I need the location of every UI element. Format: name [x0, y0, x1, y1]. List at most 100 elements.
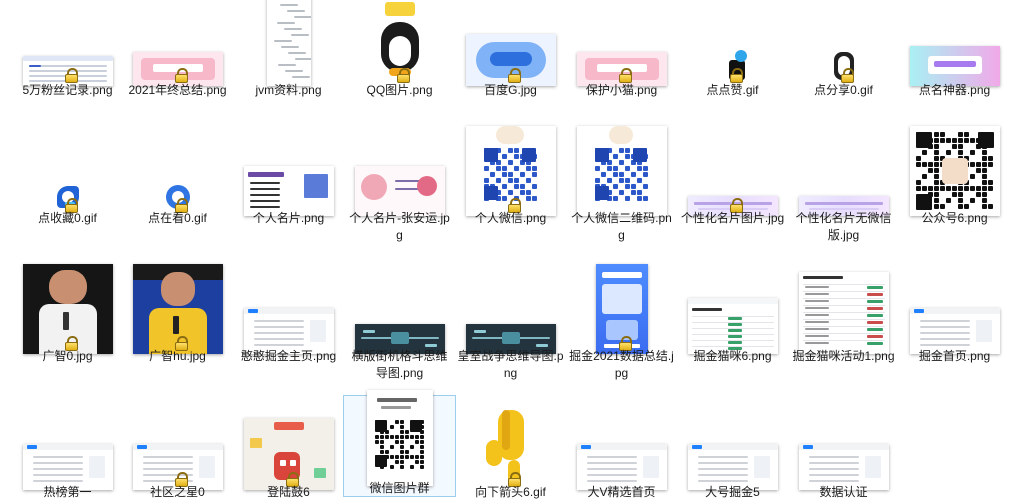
- file-item[interactable]: 向下箭头6.gif: [455, 400, 566, 500]
- thumb-shape: [379, 435, 384, 439]
- file-name: 百度G.jpg: [484, 83, 537, 97]
- file-item[interactable]: jvm资料.png: [233, 0, 344, 124]
- file-item[interactable]: 点在看0.gif: [122, 126, 233, 250]
- file-item[interactable]: 个人名片-张安运.jpg: [344, 126, 455, 250]
- thumb-shape: [919, 332, 970, 334]
- thumb-shape: [142, 468, 193, 470]
- file-item[interactable]: 百度G.jpg: [455, 0, 566, 124]
- thumb-shape: [414, 440, 419, 444]
- thumb-shape: [289, 460, 296, 466]
- file-item[interactable]: 大V精选首页: [566, 400, 677, 500]
- thumb-shape: [277, 64, 296, 66]
- file-item[interactable]: 广智0.jpg: [12, 264, 123, 388]
- thumb-shape: [642, 196, 648, 201]
- thumb-shape: [360, 174, 387, 200]
- thumb-shape: [624, 154, 630, 159]
- file-name: 登陆鼓6: [267, 485, 310, 499]
- file-thumbnail: [798, 272, 889, 354]
- file-item[interactable]: 点名神器.png: [899, 0, 1010, 124]
- file-thumbnail: [243, 166, 334, 216]
- file-item[interactable]: 点收藏0.gif: [12, 126, 123, 250]
- thumb-shape: [612, 196, 618, 201]
- thumb-shape: [636, 196, 642, 201]
- thumb-shape: [414, 455, 419, 459]
- thumb-shape: [601, 284, 642, 314]
- file-thumbnail: [909, 126, 1000, 216]
- thumb-shape: [394, 435, 399, 439]
- thumb-shape: [419, 460, 424, 464]
- thumb-shape: [981, 180, 987, 185]
- file-item[interactable]: 掘金猫咪6.png: [677, 264, 788, 388]
- file-item[interactable]: 点分享0.gif: [788, 0, 899, 124]
- file-item[interactable]: 个人微信.png: [455, 126, 566, 250]
- thumb-shape: [927, 162, 933, 167]
- file-item[interactable]: 数据认证: [788, 400, 899, 500]
- file-item[interactable]: 个性化名片图片.jpg: [677, 126, 788, 250]
- file-item[interactable]: 大号掘金5: [677, 400, 788, 500]
- thumb-shape: [404, 455, 409, 459]
- thumb-shape: [933, 162, 939, 167]
- file-grid: 5万粉丝记录.png 2021年终总结.png jvm资料.png QQ图片.png 百…: [0, 0, 1013, 500]
- file-item[interactable]: 掘金猫咪活动1.png: [788, 264, 899, 388]
- thumb-shape: [963, 132, 969, 137]
- file-name: 向下箭头6.gif: [475, 485, 546, 499]
- file-item[interactable]: 微信图片群: [343, 390, 456, 497]
- file-item[interactable]: 个性化名片无微信版.jpg: [788, 126, 899, 250]
- thumb-shape: [963, 204, 969, 209]
- file-item[interactable]: 社区之星0: [122, 400, 233, 500]
- thumb-shape: [374, 440, 379, 444]
- thumb-shape: [987, 156, 993, 161]
- file-name: 掘金猫咪6.png: [693, 349, 772, 363]
- thumb-shape: [866, 328, 883, 331]
- thumb-shape: [624, 178, 630, 183]
- thumb-shape: [804, 321, 829, 323]
- thumb-shape: [697, 468, 748, 470]
- thumb-shape: [525, 196, 531, 201]
- file-item[interactable]: 广智hu.jpg: [122, 264, 233, 388]
- file-item[interactable]: 掘金2021数据总结.jpg: [566, 264, 677, 388]
- thumb-shape: [727, 341, 742, 344]
- thumb-shape: [636, 166, 642, 171]
- thumb-shape: [802, 284, 885, 285]
- thumb-shape: [198, 456, 215, 478]
- thumb-shape: [142, 462, 193, 464]
- file-item[interactable]: 登陆鼓6: [233, 400, 344, 500]
- thumb-shape: [987, 180, 993, 185]
- thumb-shape: [513, 148, 519, 153]
- file-item[interactable]: 皇室战争思维导图.png: [455, 264, 566, 388]
- thumb-shape: [804, 300, 829, 302]
- thumb-shape: [933, 61, 976, 67]
- file-name: 横版街机格斗思维导图.png: [351, 349, 448, 380]
- file-item[interactable]: 横版街机格斗思维导图.png: [344, 264, 455, 388]
- thumb-shape: [374, 420, 387, 432]
- file-item[interactable]: 5万粉丝记录.png: [12, 0, 123, 124]
- file-name: 点在看0.gif: [148, 211, 207, 225]
- thumb-shape: [287, 52, 306, 54]
- file-item[interactable]: QQ图片.png: [344, 0, 455, 124]
- file-item[interactable]: 保护小猫.png: [566, 0, 677, 124]
- thumb-shape: [489, 172, 495, 177]
- thumb-shape: [586, 456, 637, 458]
- thumb-shape: [501, 154, 507, 159]
- thumb-shape: [802, 340, 885, 341]
- thumb-shape: [519, 190, 525, 195]
- thumb-shape: [933, 204, 939, 209]
- file-item[interactable]: 2021年终总结.png: [122, 0, 233, 124]
- thumb-shape: [618, 172, 624, 177]
- file-item[interactable]: 点点赞.gif: [677, 0, 788, 124]
- file-item[interactable]: 个人名片.png: [233, 126, 344, 250]
- file-name: 微信图片群: [369, 481, 430, 495]
- file-item[interactable]: 个人微信二维码.png: [566, 126, 677, 250]
- file-thumbnail: [266, 0, 311, 86]
- file-item[interactable]: 憨憨掘金主页.png: [233, 264, 344, 388]
- file-name: 点点赞.gif: [706, 83, 759, 97]
- thumb-shape: [933, 174, 939, 179]
- thumb-shape: [286, 10, 305, 12]
- file-item[interactable]: 热榜第一: [12, 400, 123, 500]
- thumb-shape: [987, 204, 993, 209]
- file-name: 保护小猫.png: [585, 83, 658, 97]
- file-item[interactable]: 公众号6.png: [899, 126, 1010, 250]
- thumb-shape: [632, 148, 647, 162]
- file-item[interactable]: 掘金首页.png: [899, 264, 1010, 388]
- thumb-shape: [489, 52, 532, 66]
